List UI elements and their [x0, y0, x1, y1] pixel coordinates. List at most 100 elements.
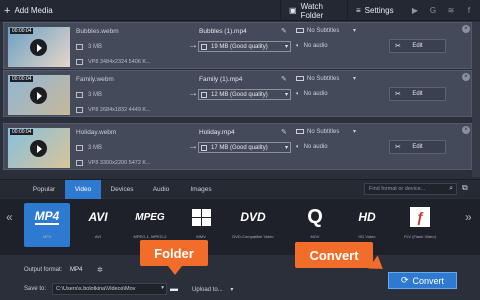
format-tile-dvd-compatible-video[interactable]: DVD DVD-Compatible Video	[230, 203, 276, 247]
video-codec-icon	[76, 107, 83, 113]
tab-video[interactable]: Video	[65, 180, 101, 199]
subtitles-select[interactable]: No Subtitles	[296, 76, 339, 82]
file-row[interactable]: 00:00:04 Family.webm 3 MB VP8 2684x1832 …	[3, 70, 472, 117]
edit-button[interactable]: ✂ Edit	[389, 87, 446, 101]
format-logo	[182, 203, 220, 231]
formats-next-arrow[interactable]: »	[465, 210, 472, 224]
folder-callout-label: Folder	[154, 245, 194, 261]
file-icon	[201, 44, 207, 50]
save-path-select[interactable]: C:\Users\s.bolotkina\Videos\Mov ▾	[52, 283, 167, 295]
scissors-icon: ✂	[395, 91, 401, 98]
format-tile-mov[interactable]: Q MOV	[292, 203, 338, 247]
refresh-icon: ⟳	[400, 275, 409, 285]
source-file-size: 3 MB	[76, 92, 102, 98]
format-logo: ƒ	[401, 203, 439, 231]
rename-pencil-icon[interactable]: ✎	[281, 27, 287, 35]
file-row[interactable]: 00:00:04 Bubbles.webm 3 MB VP8 3484x2324…	[3, 22, 472, 69]
subtitles-select[interactable]: No Subtitles	[296, 28, 339, 34]
format-logo-text: MPEG	[135, 211, 165, 223]
device-detect-icon[interactable]: ⧉	[462, 183, 468, 193]
audio-select[interactable]: 🔈︎ No audio	[296, 91, 328, 98]
vk-icon[interactable]: ≋	[445, 4, 457, 16]
file-icon	[76, 44, 83, 50]
search-icon[interactable]: ⌕	[449, 185, 453, 193]
output-settings-gear-icon[interactable]: ✲	[97, 266, 103, 274]
subtitles-select[interactable]: No Subtitles	[296, 129, 339, 135]
output-quality-select[interactable]: 12 MB (Good quality) ▾	[198, 89, 291, 100]
format-label: AVI	[94, 234, 102, 239]
format-tile-hd-video[interactable]: HD HD Video	[344, 203, 390, 247]
video-thumbnail[interactable]: 00:00:04	[8, 27, 70, 67]
close-icon[interactable]: ×	[462, 126, 470, 134]
source-file-name: Holiday.webm	[76, 129, 117, 136]
edit-button[interactable]: ✂ Edit	[389, 140, 446, 154]
output-quality-value: 19 MB (Good quality)	[211, 43, 268, 50]
chevron-down-icon[interactable]: ▾	[353, 75, 356, 82]
close-icon[interactable]: ×	[462, 73, 470, 81]
folder-icon[interactable]: ▬	[170, 284, 180, 293]
source-meta-value: VP8 3300x2200 5472 K...	[88, 160, 151, 166]
source-file-size: 3 MB	[76, 145, 102, 151]
watch-folder-button[interactable]: ▣ Watch Folder	[280, 0, 347, 21]
format-search-input[interactable]: Find format or device... ⌕	[364, 183, 457, 195]
youtube-icon[interactable]: ▶	[409, 4, 421, 16]
audio-select[interactable]: 🔈︎ No audio	[296, 43, 328, 50]
play-icon[interactable]	[30, 87, 47, 104]
facebook-icon[interactable]: f	[463, 4, 475, 16]
close-icon[interactable]: ×	[462, 25, 470, 33]
file-list: 00:00:04 Bubbles.webm 3 MB VP8 3484x2324…	[0, 22, 472, 177]
video-thumbnail[interactable]: 00:00:04	[8, 75, 70, 115]
edit-button[interactable]: ✂ Edit	[389, 39, 446, 53]
format-logo: MP4	[28, 203, 66, 231]
source-meta-value: VP8 2684x1832 4449 K...	[88, 107, 151, 113]
tab-devices[interactable]: Devices	[103, 180, 141, 199]
source-size-value: 3 MB	[88, 145, 103, 151]
format-search-placeholder: Find format or device...	[369, 186, 426, 192]
subtitles-icon	[296, 28, 304, 33]
format-label: MOV	[310, 234, 320, 239]
format-tile-mp4[interactable]: MP4 MP4	[24, 203, 70, 247]
play-icon[interactable]	[30, 140, 47, 157]
upload-to-label: Upload to...	[192, 287, 223, 293]
chevron-down-icon[interactable]: ▾	[353, 27, 356, 34]
subtitles-icon	[296, 76, 304, 81]
source-file-meta: VP8 3300x2200 5472 K...	[76, 160, 151, 166]
chevron-down-icon: ▾	[284, 145, 288, 151]
format-label: WMV	[196, 234, 206, 239]
chevron-down-icon: ▾	[284, 92, 288, 98]
audio-select[interactable]: 🔈︎ No audio	[296, 144, 328, 151]
output-file-name: Family (1).mp4	[199, 76, 243, 83]
google-plus-icon[interactable]: G	[427, 4, 439, 16]
edit-label: Edit	[412, 91, 423, 97]
rename-pencil-icon[interactable]: ✎	[281, 75, 287, 83]
tab-audio[interactable]: Audio	[143, 180, 179, 199]
source-file-meta: VP8 2684x1832 4449 K...	[76, 107, 151, 113]
formats-prev-arrow[interactable]: «	[6, 210, 13, 224]
save-path-value: C:\Users\s.bolotkina\Videos\Mov	[56, 286, 136, 292]
tab-images[interactable]: Images	[181, 180, 221, 199]
format-logo-text: HD	[358, 210, 376, 224]
output-quality-select[interactable]: 19 MB (Good quality) ▾	[198, 41, 291, 52]
add-media-button[interactable]: + Add Media	[0, 0, 53, 21]
output-quality-select[interactable]: 17 MB (Good quality) ▾	[198, 142, 291, 153]
format-tile-avi[interactable]: AVI AVI	[75, 203, 121, 247]
convert-button[interactable]: ⟳ Convert	[388, 272, 457, 289]
arrow-right-icon: →	[188, 141, 198, 152]
play-icon[interactable]	[30, 39, 47, 56]
upload-to-select[interactable]: Upload to... ▾	[192, 286, 233, 293]
tab-popular[interactable]: Popular	[25, 180, 63, 199]
settings-button[interactable]: ≡ Settings	[347, 0, 400, 21]
video-thumbnail[interactable]: 00:00:04	[8, 128, 70, 168]
format-tile-flv-flash-video-[interactable]: ƒ FLV (Flash Video)	[397, 203, 443, 247]
file-list-scrollbar[interactable]	[472, 22, 480, 177]
file-icon	[201, 92, 207, 98]
arrow-right-icon: →	[188, 40, 198, 51]
chevron-down-icon[interactable]: ▾	[353, 128, 356, 135]
output-format-value: MP4	[70, 267, 83, 273]
source-size-value: 3 MB	[88, 44, 103, 50]
toolbar: + Add Media ▣ Watch Folder ≡ Settings ▶ …	[0, 0, 480, 21]
rename-pencil-icon[interactable]: ✎	[281, 128, 287, 136]
source-size-value: 3 MB	[88, 92, 103, 98]
subtitles-value: No Subtitles	[307, 76, 340, 83]
file-row[interactable]: 00:00:04 Holiday.webm 3 MB VP8 3300x2200…	[3, 123, 472, 170]
